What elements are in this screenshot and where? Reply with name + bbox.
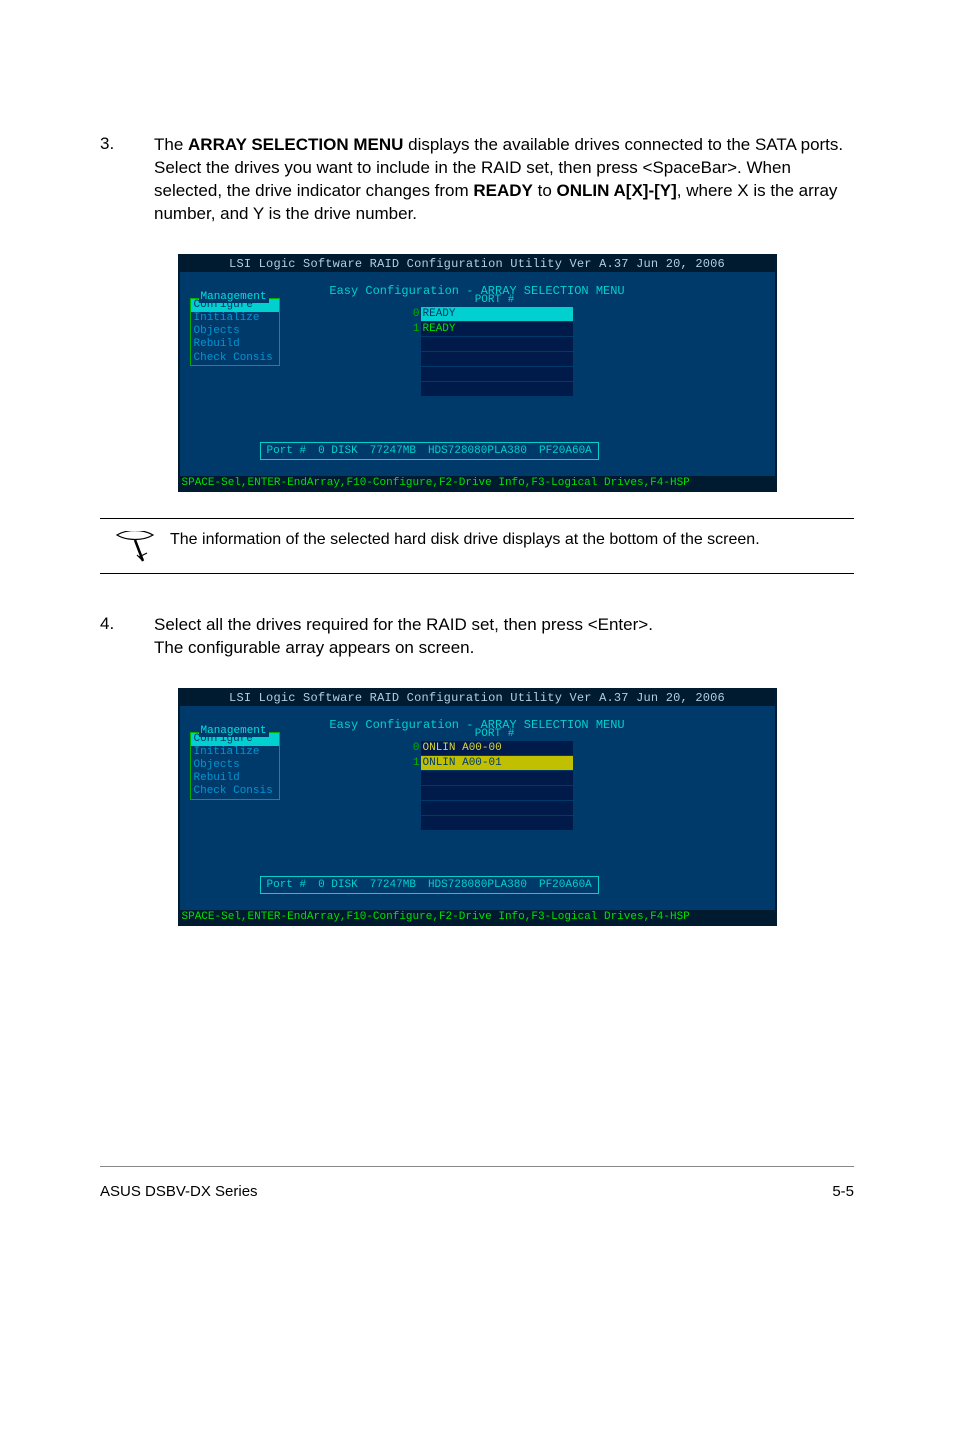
- note-text: The information of the selected hard dis…: [170, 529, 854, 551]
- port-status: READY: [421, 307, 573, 321]
- bold-ready: READY: [473, 181, 533, 200]
- port-row: 1 ONLIN A00-01: [410, 756, 573, 770]
- note-icon: [100, 529, 170, 563]
- mgmt-item: Check Consis: [191, 785, 279, 798]
- port-list: PORT # 0 ONLIN A00-00 1 ONLIN A00-01: [410, 728, 573, 831]
- mgmt-item: Rebuild: [191, 338, 279, 351]
- management-menu: Management Configure Initialize Objects …: [190, 298, 280, 366]
- step-number: 3.: [100, 134, 154, 226]
- mgmt-item: Initialize: [191, 746, 279, 759]
- port-row: 0 ONLIN A00-00: [410, 741, 573, 755]
- management-label: Management: [199, 725, 269, 737]
- management-menu: Management Configure Initialize Objects …: [190, 732, 280, 800]
- terminal-screenshot-2: LSI Logic Software RAID Configuration Ut…: [178, 688, 777, 926]
- step-body: The ARRAY SELECTION MENU displays the av…: [154, 134, 854, 226]
- port-header: PORT #: [420, 728, 570, 740]
- management-label: Management: [199, 291, 269, 303]
- mgmt-item: Objects: [191, 759, 279, 772]
- term-footer: SPACE-Sel,ENTER-EndArray,F10-Configure,F…: [180, 476, 775, 490]
- step-number: 4.: [100, 614, 154, 660]
- footer-left: ASUS DSBV-DX Series: [100, 1183, 258, 1200]
- port-header: PORT #: [420, 294, 570, 306]
- port-row: 1 READY: [410, 322, 573, 336]
- note-callout: The information of the selected hard dis…: [100, 518, 854, 574]
- step-3: 3. The ARRAY SELECTION MENU displays the…: [100, 134, 854, 226]
- mgmt-item: Initialize: [191, 312, 279, 325]
- term-footer: SPACE-Sel,ENTER-EndArray,F10-Configure,F…: [180, 910, 775, 924]
- port-status: ONLIN A00-00: [421, 741, 573, 755]
- port-row: 0 READY: [410, 307, 573, 321]
- terminal-screenshot-1: LSI Logic Software RAID Configuration Ut…: [178, 254, 777, 492]
- port-status: ONLIN A00-01: [421, 756, 573, 770]
- mgmt-item: Objects: [191, 325, 279, 338]
- bold-onlin: ONLIN A[X]-[Y]: [557, 181, 677, 200]
- drive-info-bar: Port # 0 DISK 77247MB HDS728080PLA380 PF…: [260, 876, 599, 894]
- port-list: PORT # 0 READY 1 READY: [410, 294, 573, 397]
- bold-array-menu: ARRAY SELECTION MENU: [188, 135, 403, 154]
- mgmt-item: Rebuild: [191, 772, 279, 785]
- drive-info-bar: Port # 0 DISK 77247MB HDS728080PLA380 PF…: [260, 442, 599, 460]
- port-status: READY: [421, 322, 573, 336]
- step-4: 4. Select all the drives required for th…: [100, 614, 854, 660]
- mgmt-item: Check Consis: [191, 352, 279, 365]
- footer-right: 5-5: [832, 1183, 854, 1200]
- page-footer: ASUS DSBV-DX Series 5-5: [100, 1166, 854, 1200]
- term-title: LSI Logic Software RAID Configuration Ut…: [180, 256, 775, 272]
- step-body: Select all the drives required for the R…: [154, 614, 854, 660]
- term-title: LSI Logic Software RAID Configuration Ut…: [180, 690, 775, 706]
